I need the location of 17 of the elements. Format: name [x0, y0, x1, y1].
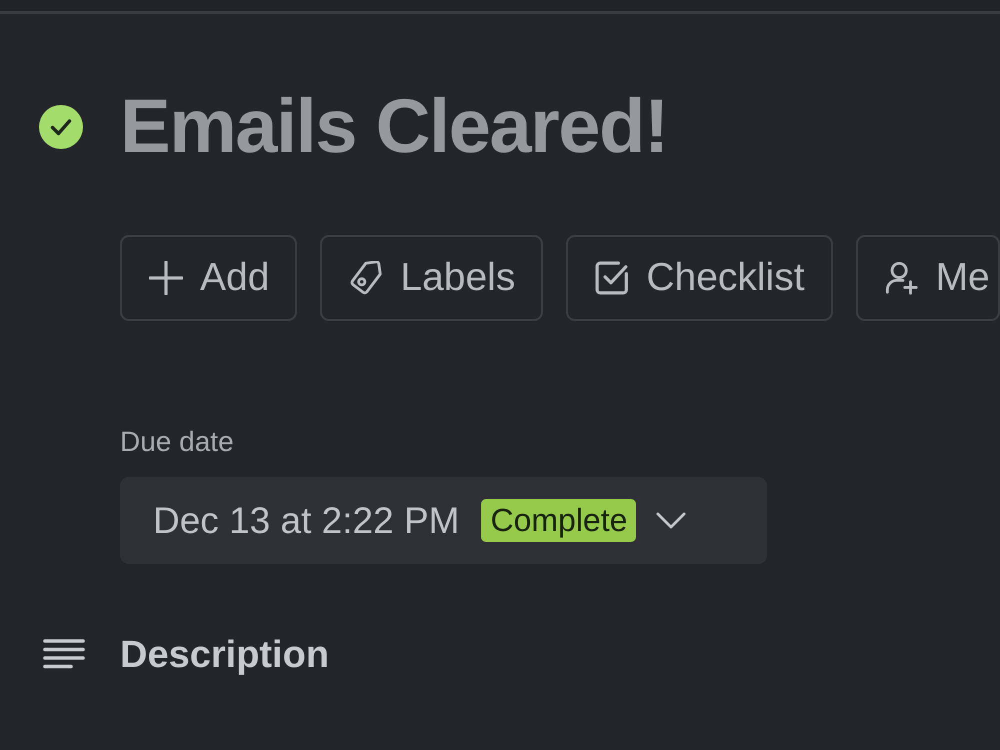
card-title: Emails Cleared!	[120, 87, 668, 167]
description-heading: Description	[120, 633, 330, 678]
due-date-label: Due date	[120, 425, 235, 459]
action-button[interactable]: Checklist	[566, 235, 833, 321]
action-button[interactable]: Me	[856, 235, 1000, 321]
due-date-field[interactable]: Dec 13 at 2:22 PM Complete	[120, 477, 767, 564]
plus-icon	[149, 261, 183, 295]
action-button[interactable]: Add	[120, 235, 298, 321]
tag-icon	[349, 261, 384, 295]
text-lines-icon	[43, 639, 85, 671]
add-person-icon	[884, 261, 919, 295]
chevron-down-icon[interactable]	[656, 512, 686, 529]
action-button[interactable]: Labels	[320, 235, 544, 321]
status-badge: Complete	[481, 499, 636, 542]
checkbox-icon	[595, 261, 630, 295]
checkmark-circle-icon[interactable]	[39, 105, 83, 149]
due-date-value: Dec 13 at 2:22 PM	[153, 498, 460, 542]
